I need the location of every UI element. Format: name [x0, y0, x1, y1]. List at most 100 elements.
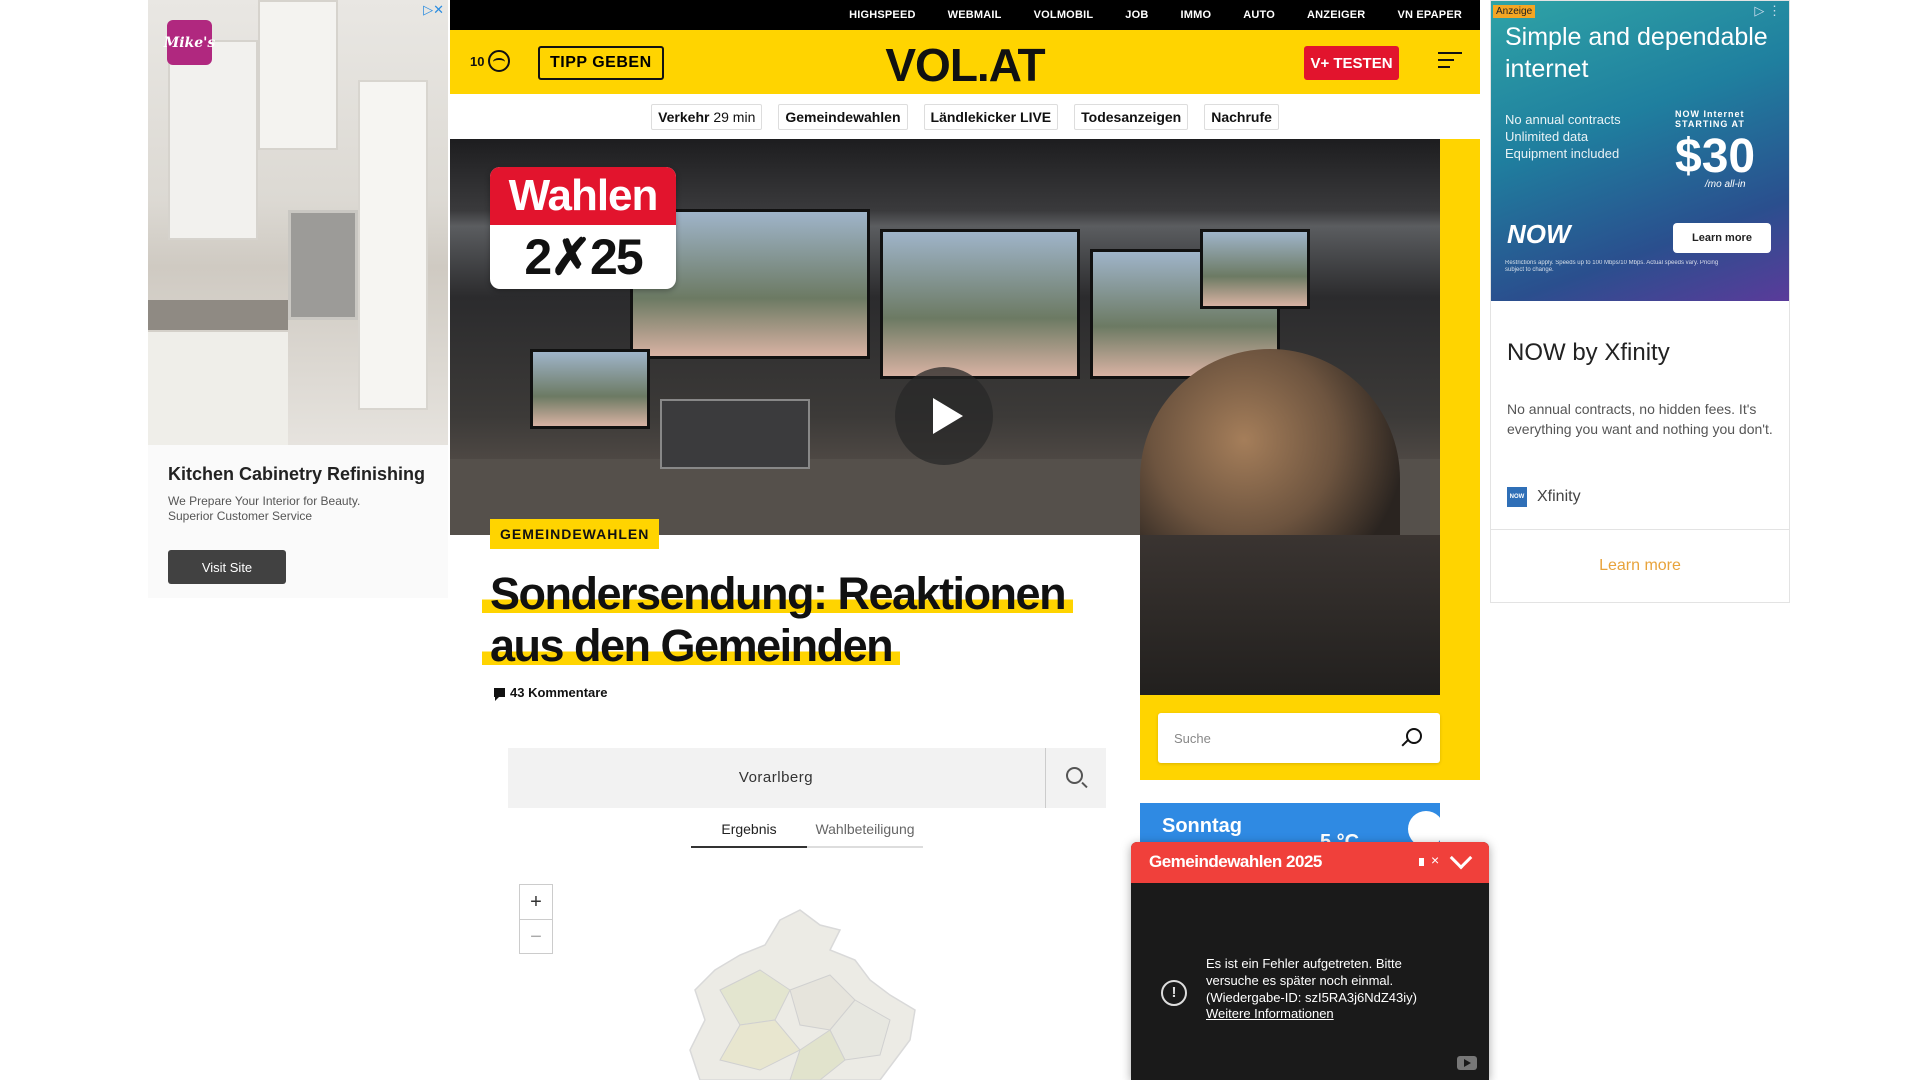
ad-title[interactable]: Kitchen Cabinetry Refinishing — [168, 464, 425, 485]
price-label: NOW Internet STARTING AT — [1675, 109, 1745, 129]
zoom-in-button[interactable]: + — [520, 885, 552, 919]
advertiser-title[interactable]: NOW by Xfinity — [1507, 339, 1670, 367]
wahlen-2025-logo: Wahlen 2✗25 — [490, 167, 676, 289]
search-icon[interactable] — [1406, 728, 1422, 744]
weather-day: Sonntag — [1162, 815, 1242, 837]
price-sub: /mo all-in — [1705, 179, 1746, 190]
wahlen-logo-line2: 2✗25 — [524, 229, 643, 285]
laptop — [660, 399, 810, 469]
xfinity-icon: NOW — [1507, 487, 1527, 507]
region-selector[interactable]: Vorarlberg — [508, 748, 1106, 808]
vorarlberg-map[interactable] — [680, 900, 940, 1080]
article-headline[interactable]: Sondersendung: Reaktionen aus den Gemein… — [482, 568, 1082, 672]
adchoices-icon[interactable]: ▷ ⋮ — [1754, 3, 1781, 19]
error-line: (Wiedergabe-ID: szI5RA3j6NdZ43iy) — [1206, 990, 1417, 1005]
topnav-item-anzeiger[interactable]: ANZEIGER — [1307, 9, 1365, 21]
map-zoom-controls: + − — [519, 884, 553, 954]
banner-learn-more-button[interactable]: Learn more — [1673, 223, 1771, 253]
left-advertisement[interactable]: Mike's ▷✕ Kitchen Cabinetry Refinishing … — [148, 0, 448, 598]
headline-line: Sondersendung: Reaktionen — [482, 568, 1074, 619]
quicklink-gemeindewahlen[interactable]: Gemeindewahlen — [778, 103, 908, 130]
region-value[interactable]: Vorarlberg — [508, 748, 1044, 808]
wahlen-logo-line1: Wahlen — [490, 167, 676, 225]
feature-item: Equipment included — [1505, 146, 1620, 161]
search-box[interactable] — [1158, 713, 1440, 763]
ad-description-line: Superior Customer Service — [168, 509, 313, 523]
menu-search-icon[interactable] — [1438, 52, 1462, 72]
error-icon: ! — [1161, 980, 1187, 1006]
play-icon[interactable] — [895, 367, 993, 465]
advertiser-description: No annual contracts, no hidden fees. It'… — [1507, 401, 1773, 437]
quicklink-verkehr[interactable]: Verkehr 29 min — [651, 103, 763, 130]
price: $30 — [1675, 130, 1756, 183]
visit-site-button[interactable]: Visit Site — [168, 550, 286, 584]
weather-icon — [488, 50, 511, 72]
studio-monitor — [1200, 229, 1310, 309]
hero-image-continuation — [1140, 535, 1440, 695]
topnav-item-webmail[interactable]: WEBMAIL — [948, 9, 1002, 21]
topnav-item-volmobil[interactable]: VOLMOBIL — [1034, 9, 1094, 21]
result-tabs: Ergebnis Wahlbeteiligung — [691, 812, 923, 848]
comment-icon — [494, 688, 505, 701]
vplus-testen-button[interactable]: V+ TESTEN — [1304, 46, 1399, 80]
tab-wahlbeteiligung[interactable]: Wahlbeteiligung — [807, 812, 923, 848]
adchoices-icon[interactable]: ▷✕ — [423, 2, 444, 18]
topnav-item-vn-epaper[interactable]: VN EPAPER — [1397, 9, 1462, 21]
chevron-down-icon[interactable] — [1449, 846, 1473, 870]
studio-monitor — [880, 229, 1080, 379]
advertiser-logo: Mike's — [164, 20, 215, 65]
more-info-link[interactable]: Weitere Informationen — [1206, 1006, 1334, 1021]
hero-video[interactable]: Wahlen 2✗25 — [450, 139, 1440, 535]
topnav-item-immo[interactable]: IMMO — [1180, 9, 1211, 21]
now-logo: NOW — [1507, 219, 1571, 249]
search-input[interactable] — [1172, 713, 1392, 763]
temperature: 10 — [470, 53, 485, 69]
ad-description-line: We Prepare Your Interior for Beauty. — [168, 494, 361, 508]
sidebar-yellow-strip — [1440, 139, 1480, 780]
headline-line: aus den Gemeinden — [482, 620, 901, 671]
kitchen-ad-image[interactable] — [148, 0, 448, 445]
fine-print: Restrictions apply. Speeds up to 100 Mbp… — [1505, 260, 1719, 273]
mute-icon[interactable] — [1419, 852, 1441, 871]
top-navigation: HIGHSPEED WEBMAIL VOLMOBIL JOB IMMO AUTO… — [450, 0, 1480, 30]
tab-ergebnis[interactable]: Ergebnis — [691, 812, 807, 848]
comments-count: 43 Kommentare — [510, 685, 608, 700]
quicklink-laendlekicker[interactable]: Ländlekicker LIVE — [923, 103, 1059, 130]
feature-item: Unlimited data — [1505, 129, 1589, 144]
quicklink-label: Verkehr — [658, 108, 710, 125]
category-badge[interactable]: GEMEINDEWAHLEN — [490, 519, 660, 549]
advertiser-brand[interactable]: NOW Xfinity — [1507, 487, 1581, 507]
quicklink-nachrufe[interactable]: Nachrufe — [1204, 103, 1279, 130]
topnav-item-highspeed[interactable]: HIGHSPEED — [849, 9, 916, 21]
youtube-icon[interactable] — [1457, 1056, 1477, 1070]
brand-name: Xfinity — [1537, 488, 1581, 505]
weather-widget[interactable]: 10 — [470, 50, 511, 72]
quicklink-sub: 29 min — [713, 108, 756, 125]
site-header: 10 TIPP GEBEN VOL.AT V+ TESTEN — [450, 30, 1480, 94]
studio-monitor — [530, 349, 650, 429]
error-message: Es ist ein Fehler aufgetreten. Bitte ver… — [1206, 955, 1466, 1006]
player-title: Gemeindewahlen 2025 — [1149, 852, 1322, 871]
price-label-line: NOW Internet — [1675, 109, 1745, 119]
banner-title: Simple and dependable internet — [1505, 23, 1768, 83]
floating-video-player[interactable]: Gemeindewahlen 2025 ! Es ist ein Fehler … — [1131, 842, 1489, 1080]
comments-link[interactable]: 43 Kommentare — [494, 685, 608, 701]
learn-more-link[interactable]: Learn more — [1491, 557, 1789, 575]
banner-features: No annual contracts Unlimited data Equip… — [1505, 111, 1621, 162]
error-line: Es ist ein Fehler aufgetreten. Bitte — [1206, 956, 1402, 971]
ad-label: Anzeige — [1493, 5, 1536, 18]
feature-item: No annual contracts — [1505, 112, 1621, 127]
search-icon[interactable] — [1066, 767, 1083, 784]
zoom-out-button[interactable]: − — [520, 919, 552, 953]
quicklink-todesanzeigen[interactable]: Todesanzeigen — [1074, 103, 1189, 130]
tipp-geben-button[interactable]: TIPP GEBEN — [538, 46, 664, 80]
topnav-item-auto[interactable]: AUTO — [1243, 9, 1275, 21]
xfinity-banner[interactable]: Anzeige ▷ ⋮ Simple and dependable intern… — [1491, 1, 1789, 301]
player-header: Gemeindewahlen 2025 — [1131, 842, 1489, 883]
price-label-line: STARTING AT — [1675, 119, 1745, 129]
error-line: versuche es später noch einmal. — [1206, 973, 1394, 988]
quick-links: Verkehr 29 min Gemeindewahlen Ländlekick… — [450, 94, 1480, 139]
topnav-item-job[interactable]: JOB — [1125, 9, 1148, 21]
right-advertisement[interactable]: Anzeige ▷ ⋮ Simple and dependable intern… — [1490, 0, 1790, 603]
ad-description: We Prepare Your Interior for Beauty. Sup… — [168, 494, 428, 524]
